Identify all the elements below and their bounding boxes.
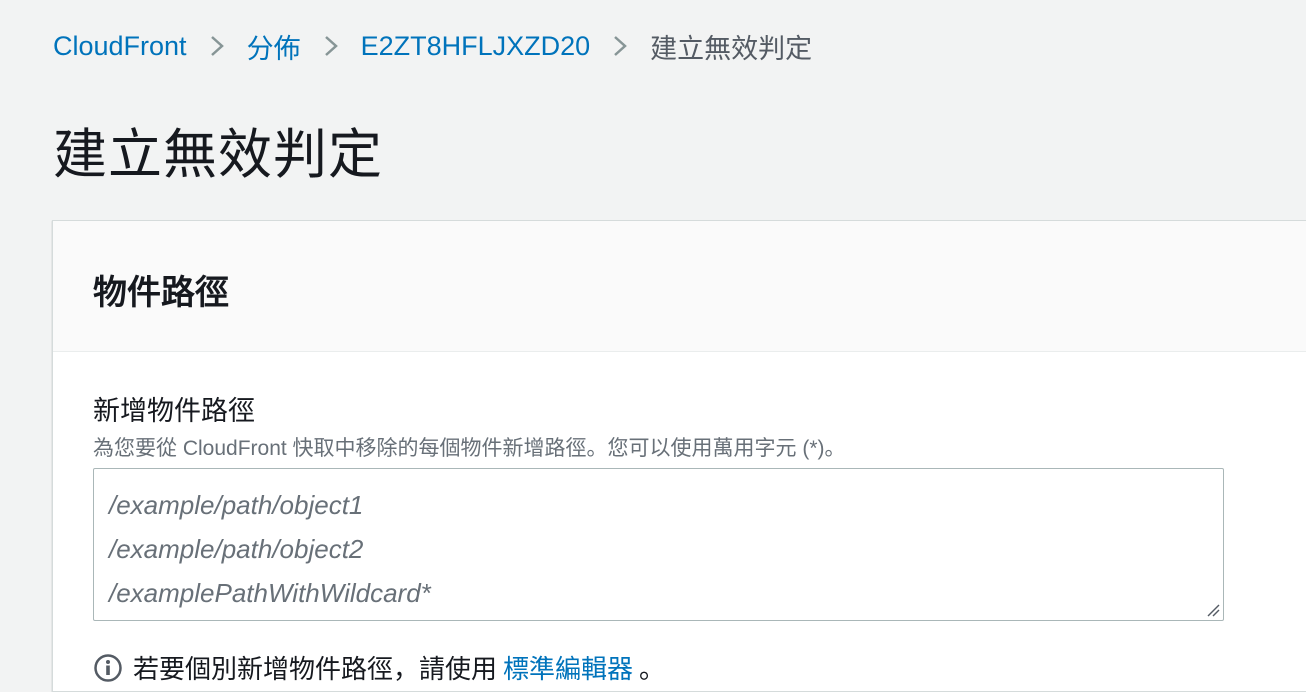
breadcrumb: CloudFront 分佈 E2ZT8HFLJXZD20 建立無效判定 [53, 28, 812, 64]
hint-suffix: 。 [639, 654, 666, 684]
resize-grip-icon[interactable] [1206, 603, 1220, 617]
hint-prefix: 若要個別新增物件路徑，請使用 [133, 654, 498, 684]
panel-heading: 物件路徑 [93, 274, 229, 312]
panel-header: 物件路徑 [53, 221, 1306, 352]
chevron-right-icon [210, 36, 224, 56]
breadcrumb-current: 建立無效判定 [650, 33, 813, 64]
breadcrumb-distribution-id-link[interactable]: E2ZT8HFLJXZD20 [361, 31, 591, 62]
info-circle-icon [94, 653, 122, 682]
standard-editor-link[interactable]: 標準編輯器 [503, 649, 633, 686]
object-paths-textarea-container [93, 468, 1224, 621]
chevron-right-icon [614, 36, 628, 56]
breadcrumb-cloudfront-link[interactable]: CloudFront [53, 31, 187, 62]
page-title: 建立無效判定 [53, 125, 383, 185]
chevron-right-icon [324, 36, 338, 56]
add-object-paths-label: 新增物件路徑 [93, 396, 255, 426]
standard-editor-hint: 若要個別新增物件路徑，請使用 標準編輯器 。 [93, 649, 665, 686]
object-paths-textarea[interactable] [94, 469, 1223, 620]
add-object-paths-description: 為您要從 CloudFront 快取中移除的每個物件新增路徑。您可以使用萬用字元… [93, 437, 846, 460]
object-paths-panel: 物件路徑 新增物件路徑 為您要從 CloudFront 快取中移除的每個物件新增… [52, 220, 1306, 692]
breadcrumb-distributions-link[interactable]: 分佈 [247, 27, 301, 66]
